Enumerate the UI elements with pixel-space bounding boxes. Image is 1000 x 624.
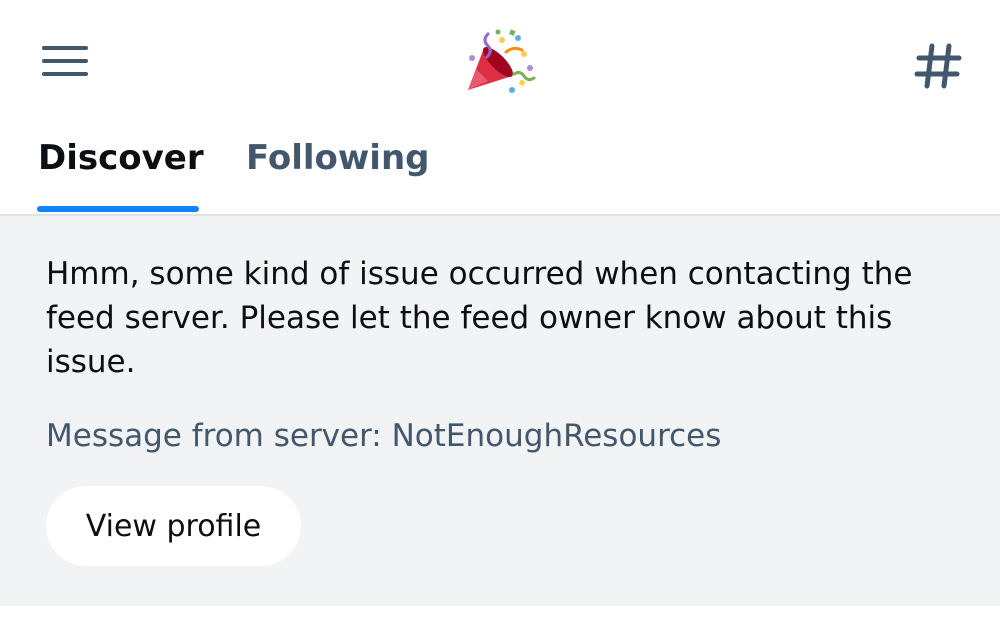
tab-following[interactable]: Following xyxy=(246,138,429,178)
tab-discover[interactable]: Discover xyxy=(38,138,204,178)
app-root: Discover Following Hmm, some kind of iss… xyxy=(0,0,1000,624)
bottom-spacer xyxy=(0,606,1000,624)
selected-tab-indicator xyxy=(37,206,199,212)
hashtag-icon[interactable] xyxy=(912,40,964,92)
party-popper-icon xyxy=(462,28,536,98)
feed-tabs: Discover Following xyxy=(0,120,1000,216)
top-bar xyxy=(0,0,1000,120)
view-profile-button[interactable]: View profile xyxy=(46,486,301,566)
feed-error-message: Hmm, some kind of issue occurred when co… xyxy=(46,256,913,380)
feed-error-panel: Hmm, some kind of issue occurred when co… xyxy=(0,216,1000,606)
server-message: Message from server: NotEnoughResources xyxy=(46,418,722,454)
hamburger-menu-icon[interactable] xyxy=(40,42,90,82)
